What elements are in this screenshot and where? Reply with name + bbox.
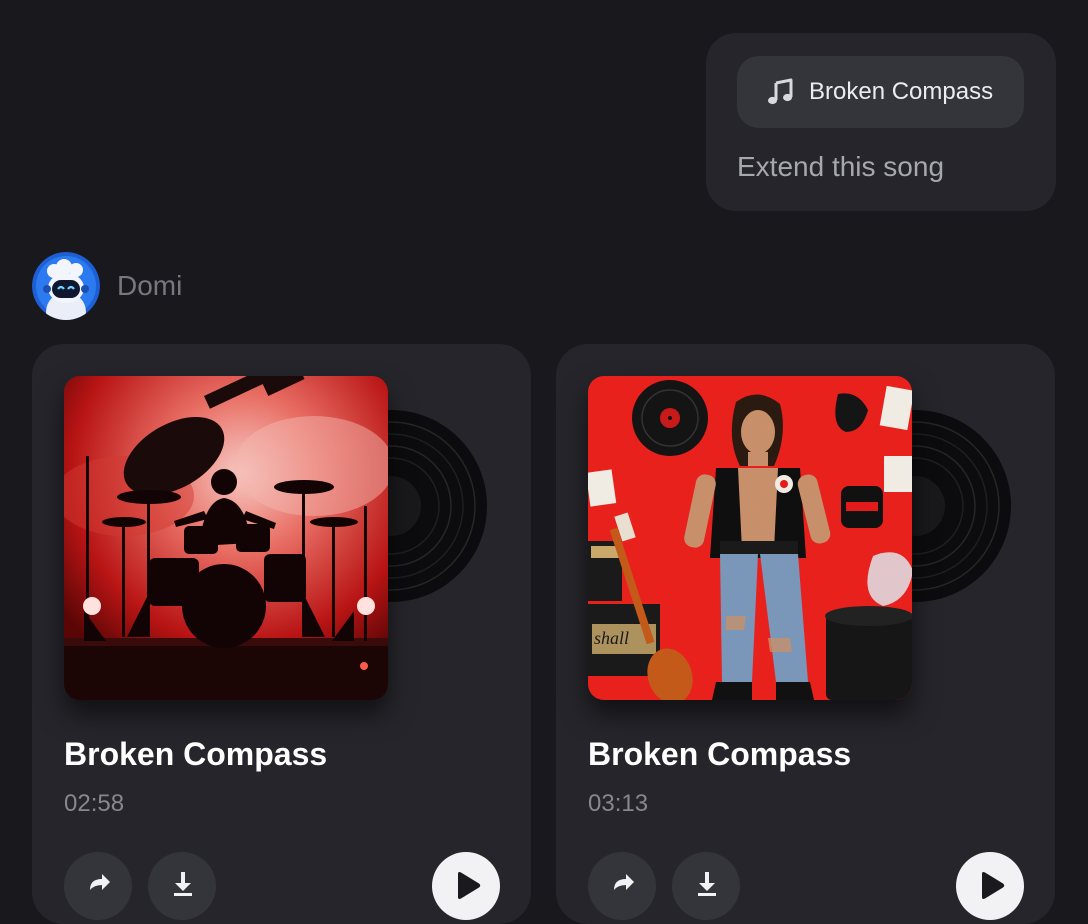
avatar	[32, 252, 100, 320]
download-button[interactable]	[672, 852, 740, 920]
song-card[interactable]: Broken Compass 02:58	[32, 344, 531, 924]
play-button[interactable]	[432, 852, 500, 920]
download-icon	[698, 872, 716, 896]
song-chip-label: Broken Compass	[809, 78, 994, 105]
song-reference-chip[interactable]: Broken Compass	[737, 56, 1024, 128]
play-button[interactable]	[956, 852, 1024, 920]
song-title: Broken Compass	[588, 736, 852, 772]
svg-text:shall: shall	[594, 628, 629, 648]
user-message-bubble: Broken Compass Extend this song	[706, 33, 1056, 211]
album-cover[interactable]	[64, 376, 388, 700]
song-card[interactable]: shall Broken Compass 03:13	[556, 344, 1055, 924]
redo-arrow-icon	[614, 874, 634, 890]
song-title: Broken Compass	[64, 736, 328, 772]
extend-button[interactable]	[588, 852, 656, 920]
download-button[interactable]	[148, 852, 216, 920]
music-note-icon	[768, 78, 793, 105]
redo-arrow-icon	[90, 874, 110, 890]
download-icon	[174, 872, 192, 896]
assistant-name: Domi	[117, 270, 183, 301]
user-message-text: Extend this song	[737, 151, 945, 182]
song-duration: 03:13	[588, 790, 649, 817]
play-icon	[982, 872, 1005, 899]
album-cover[interactable]: shall	[588, 376, 912, 700]
extend-button[interactable]	[64, 852, 132, 920]
song-duration: 02:58	[64, 790, 125, 817]
play-icon	[458, 872, 481, 899]
